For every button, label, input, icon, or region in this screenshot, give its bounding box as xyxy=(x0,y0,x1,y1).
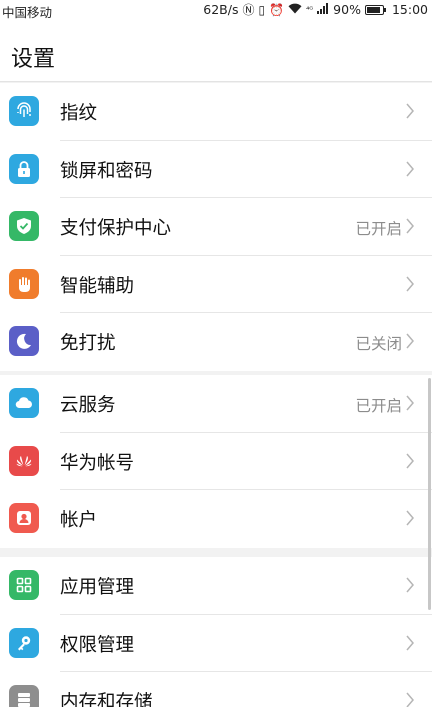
settings-item-payment-protection[interactable]: 支付保护中心 已开启 xyxy=(0,198,432,256)
shield-check-icon xyxy=(9,211,39,241)
chevron-right-icon xyxy=(406,276,414,291)
scrollbar[interactable] xyxy=(428,378,431,610)
cell-signal-icon xyxy=(317,2,329,17)
settings-item-huawei-account[interactable]: 华为帐号 xyxy=(0,433,432,490)
settings-item-label: 免打扰 xyxy=(60,333,116,354)
chevron-right-icon xyxy=(406,577,414,593)
page-title: 设置 xyxy=(11,47,56,72)
settings-item-accounts[interactable]: 帐户 xyxy=(0,490,432,548)
battery-percent: 90% xyxy=(333,2,361,17)
chevron-right-icon xyxy=(406,333,414,349)
lock-icon xyxy=(9,153,39,184)
nfc-icon: Ⓝ xyxy=(242,2,255,17)
alarm-icon: ⏰ xyxy=(269,2,285,17)
chevron-right-icon xyxy=(406,635,414,650)
settings-item-status: 已开启 xyxy=(355,220,402,238)
chevron-right-icon xyxy=(406,218,414,234)
settings-item-lock-screen-password[interactable]: 锁屏和密码 xyxy=(0,141,432,198)
chevron-right-icon xyxy=(406,453,414,468)
chevron-right-icon xyxy=(406,103,414,119)
account-icon xyxy=(9,503,39,533)
chevron-right-icon xyxy=(406,692,414,707)
vibrate-icon: ▯ xyxy=(258,2,266,17)
network-speed: 62B/s xyxy=(203,2,239,17)
settings-item-label: 云服务 xyxy=(60,395,116,416)
chevron-right-icon xyxy=(406,395,414,411)
settings-item-label: 内存和存储 xyxy=(60,692,153,707)
settings-item-status: 已开启 xyxy=(355,397,402,415)
clock: 15:00 xyxy=(391,2,428,17)
status-bar: 中国移动 62B/s Ⓝ ▯ ⏰ ⁴ᴳ 90% 15:00 xyxy=(0,0,432,20)
status-icons: 62B/s Ⓝ ▯ ⏰ ⁴ᴳ 90% 15:00 xyxy=(203,2,428,17)
settings-item-label: 应用管理 xyxy=(60,577,135,598)
settings-item-app-management[interactable]: 应用管理 xyxy=(0,557,432,615)
chevron-right-icon xyxy=(406,161,414,176)
settings-item-cloud-service[interactable]: 云服务 已开启 xyxy=(0,375,432,433)
moon-icon xyxy=(9,326,39,356)
settings-group-security: 指纹 锁屏和密码 支付保护中心 已开启 智能辅助 免打扰 已关闭 xyxy=(0,83,432,371)
settings-item-smart-assistance[interactable]: 智能辅助 xyxy=(0,256,432,313)
cloud-icon xyxy=(9,388,39,418)
settings-header: 设置 xyxy=(0,20,432,82)
apps-grid-icon xyxy=(9,570,39,600)
settings-group-accounts: 云服务 已开启 华为帐号 帐户 xyxy=(0,375,432,548)
battery-icon xyxy=(364,4,386,15)
settings-item-label: 支付保护中心 xyxy=(60,218,172,239)
huawei-logo-icon xyxy=(9,445,39,476)
carrier-name: 中国移动 xyxy=(2,5,53,20)
wifi-icon xyxy=(288,3,302,17)
settings-item-label: 权限管理 xyxy=(60,634,135,656)
settings-item-status: 已关闭 xyxy=(355,335,402,353)
signal-4g-label: ⁴ᴳ xyxy=(306,4,314,14)
settings-item-fingerprint[interactable]: 指纹 xyxy=(0,83,432,141)
settings-group-apps: 应用管理 权限管理 内存和存储 xyxy=(0,557,432,707)
settings-item-label: 锁屏和密码 xyxy=(60,160,153,182)
settings-item-label: 华为帐号 xyxy=(60,452,135,474)
settings-item-do-not-disturb[interactable]: 免打扰 已关闭 xyxy=(0,313,432,371)
fingerprint-icon xyxy=(9,96,39,126)
battery-level-fill xyxy=(366,6,381,13)
settings-item-memory-storage[interactable]: 内存和存储 xyxy=(0,672,432,707)
chevron-right-icon xyxy=(406,510,414,526)
settings-item-label: 帐户 xyxy=(60,510,98,531)
storage-icon xyxy=(9,685,39,707)
settings-item-label: 智能辅助 xyxy=(60,275,135,297)
key-icon xyxy=(9,627,39,658)
hand-icon xyxy=(9,268,39,299)
settings-item-permission-management[interactable]: 权限管理 xyxy=(0,615,432,672)
settings-item-label: 指纹 xyxy=(60,103,98,124)
